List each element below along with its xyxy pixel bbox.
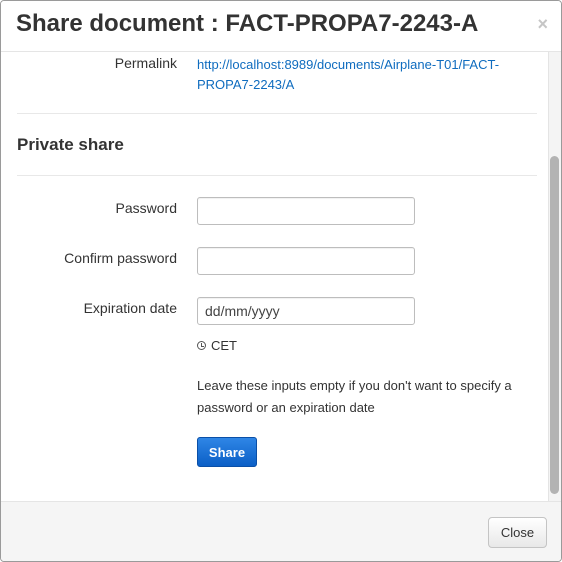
divider (17, 175, 537, 176)
expiration-date-input[interactable] (197, 297, 415, 325)
dialog-title: Share document : FACT-PROPA7-2243-A (16, 10, 479, 37)
close-button[interactable]: Close (488, 517, 547, 548)
timezone-indicator: CET (197, 338, 237, 353)
password-input[interactable] (197, 197, 415, 225)
permalink-link[interactable]: http://localhost:8989/documents/Airplane… (197, 55, 527, 95)
clock-icon (197, 341, 206, 350)
confirm-password-input[interactable] (197, 247, 415, 275)
dialog-header: Share document : FACT-PROPA7-2243-A × (1, 1, 561, 52)
expiration-date-label: Expiration date (83, 300, 177, 316)
divider (17, 113, 537, 114)
password-label: Password (115, 200, 177, 216)
dialog-footer: Close (1, 501, 561, 561)
confirm-password-label: Confirm password (64, 250, 177, 266)
scrollbar[interactable] (548, 52, 561, 501)
permalink-label: Permalink (114, 55, 177, 71)
timezone-label: CET (211, 338, 237, 353)
dialog-body[interactable]: Permalink http://localhost:8989/document… (1, 52, 561, 501)
share-button[interactable]: Share (197, 437, 257, 467)
share-document-dialog: Share document : FACT-PROPA7-2243-A × Pe… (0, 0, 562, 562)
help-text: Leave these inputs empty if you don't wa… (197, 378, 512, 415)
private-share-heading: Private share (17, 135, 124, 154)
scrollbar-thumb[interactable] (550, 156, 559, 494)
close-icon[interactable]: × (537, 15, 548, 33)
